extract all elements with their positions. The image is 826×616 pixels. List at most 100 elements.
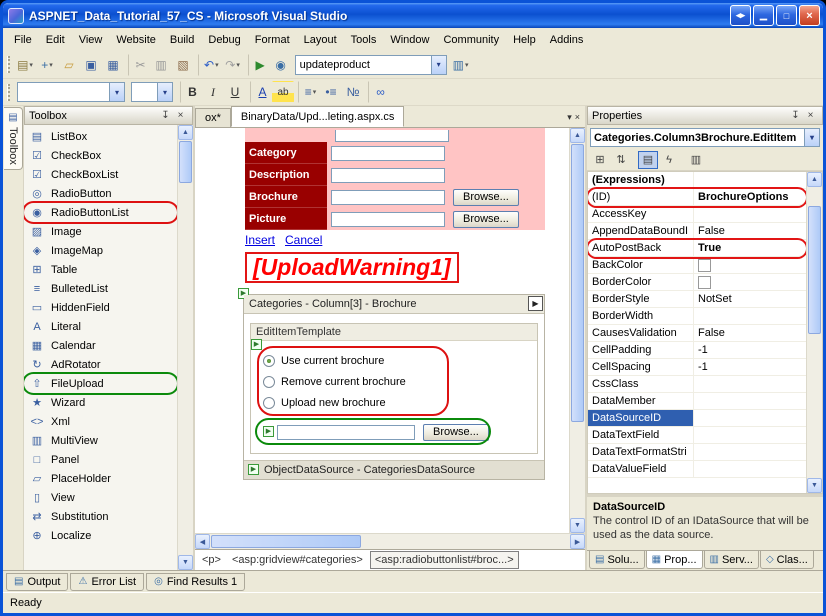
toolbox-item[interactable]: ☑ CheckBoxList bbox=[24, 165, 177, 184]
property-value[interactable] bbox=[694, 427, 806, 443]
toolbar-grip[interactable] bbox=[7, 56, 10, 73]
minimize-button[interactable]: ▁ bbox=[753, 5, 774, 26]
radio-button[interactable] bbox=[263, 376, 275, 388]
bullets-button[interactable]: •≡ bbox=[320, 81, 342, 103]
numbering-button[interactable]: № bbox=[342, 81, 364, 103]
command-combobox[interactable]: updateproduct ▾ bbox=[295, 55, 447, 75]
bold-button[interactable]: B bbox=[180, 81, 202, 103]
menu-item[interactable]: Window bbox=[383, 30, 436, 50]
start-debug-icon[interactable]: ▶ bbox=[248, 54, 270, 76]
property-row[interactable]: DataTextFormatStri bbox=[588, 444, 806, 461]
menu-item[interactable]: Layout bbox=[297, 30, 344, 50]
paste-icon[interactable]: ▧ bbox=[172, 54, 194, 76]
design-vertical-scrollbar[interactable]: ▲ ▼ bbox=[569, 128, 585, 533]
cut-icon[interactable]: ✂ bbox=[128, 54, 150, 76]
scroll-up-icon[interactable]: ▲ bbox=[570, 128, 585, 143]
bottom-tab[interactable]: ◎ Find Results 1 bbox=[146, 573, 245, 591]
radio-option[interactable]: Remove current brochure bbox=[263, 371, 537, 392]
property-row[interactable]: DataSourceID bbox=[588, 410, 806, 427]
menu-item[interactable]: File bbox=[7, 30, 39, 50]
chevron-down-icon[interactable]: ▾ bbox=[431, 56, 446, 74]
field-textbox[interactable] bbox=[331, 146, 445, 161]
radio-option[interactable]: Use current brochure bbox=[263, 350, 537, 371]
design-surface[interactable]: Category Browse... Description Browse... bbox=[195, 128, 569, 533]
property-value[interactable] bbox=[694, 393, 806, 409]
toolbox-item[interactable]: ▦ Calendar bbox=[24, 336, 177, 355]
properties-scrollbar[interactable]: ▲ ▼ bbox=[806, 172, 822, 493]
scroll-thumb[interactable] bbox=[571, 144, 584, 422]
tag-navigator-item[interactable]: <asp:radiobuttonlist#broc...> bbox=[370, 551, 519, 569]
property-pages-icon[interactable]: ▥ bbox=[686, 151, 706, 169]
toolbox-item[interactable]: ≡ BulletedList bbox=[24, 279, 177, 298]
property-row[interactable]: BorderWidth bbox=[588, 308, 806, 325]
property-row[interactable]: (Expressions) bbox=[588, 172, 806, 189]
scroll-up-icon[interactable]: ▲ bbox=[807, 172, 822, 187]
menu-item[interactable]: Addins bbox=[543, 30, 591, 50]
font-color-button[interactable]: A bbox=[250, 81, 272, 103]
scroll-thumb[interactable] bbox=[808, 206, 821, 334]
menu-item[interactable]: View bbox=[72, 30, 110, 50]
property-row[interactable]: DataTextField bbox=[588, 427, 806, 444]
radio-button[interactable] bbox=[263, 355, 275, 367]
property-value[interactable]: False bbox=[694, 325, 806, 341]
align-button[interactable]: ≡ bbox=[298, 81, 320, 103]
pin-icon[interactable]: ↧ bbox=[158, 108, 173, 123]
window-nav-button[interactable]: ◂▸ bbox=[730, 5, 751, 26]
property-value[interactable] bbox=[694, 444, 806, 460]
save-all-icon[interactable]: ▦ bbox=[102, 54, 124, 76]
other-windows-icon[interactable]: ▥ bbox=[450, 54, 472, 76]
close-button[interactable]: × bbox=[799, 5, 820, 26]
radio-option[interactable]: Upload new brochure bbox=[263, 392, 537, 413]
field-textbox[interactable] bbox=[331, 190, 445, 205]
fileupload-textbox[interactable] bbox=[277, 425, 415, 440]
command-link[interactable]: Cancel bbox=[285, 233, 322, 247]
maximize-button[interactable]: □ bbox=[776, 5, 797, 26]
toolbox-item[interactable]: <> Xml bbox=[24, 412, 177, 431]
undo-icon[interactable]: ↶ bbox=[198, 54, 222, 76]
hyperlink-button[interactable]: ∞ bbox=[368, 81, 390, 103]
textbox[interactable] bbox=[335, 130, 449, 142]
toolbox-item[interactable]: ▯ View bbox=[24, 488, 177, 507]
toolbox-item[interactable]: ★ Wizard bbox=[24, 393, 177, 412]
document-tab[interactable]: BinaryData/Upd...leting.aspx.cs bbox=[231, 106, 404, 127]
toolbox-scrollbar[interactable]: ▲ ▼ bbox=[177, 125, 193, 570]
toolbox-item[interactable]: □ Panel bbox=[24, 450, 177, 469]
toolbox-item[interactable]: ▨ Image bbox=[24, 222, 177, 241]
toolbox-item[interactable]: ▱ PlaceHolder bbox=[24, 469, 177, 488]
menu-item[interactable]: Format bbox=[248, 30, 297, 50]
toolbox-titlebar[interactable]: Toolbox ↧ × bbox=[24, 106, 193, 125]
open-file-icon[interactable]: ▱ bbox=[58, 54, 80, 76]
toolbox-item[interactable]: ↻ AdRotator bbox=[24, 355, 177, 374]
property-value[interactable] bbox=[694, 410, 806, 426]
scroll-down-icon[interactable]: ▼ bbox=[178, 555, 193, 570]
command-link[interactable]: Insert bbox=[245, 233, 275, 247]
property-value[interactable]: False bbox=[694, 223, 806, 239]
scroll-left-icon[interactable]: ◀ bbox=[195, 534, 210, 549]
properties-icon[interactable]: ▤ bbox=[638, 151, 658, 169]
property-row[interactable]: AccessKey bbox=[588, 206, 806, 223]
toolbox-item[interactable]: A Literal bbox=[24, 317, 177, 336]
toolbar-grip[interactable] bbox=[7, 84, 10, 101]
property-row[interactable]: DataValueField bbox=[588, 461, 806, 478]
font-size-combobox[interactable]: ▾ bbox=[131, 82, 173, 102]
toolbox-item[interactable]: ▭ HiddenField bbox=[24, 298, 177, 317]
toolbox-item[interactable]: ▥ MultiView bbox=[24, 431, 177, 450]
toolbox-item[interactable]: ▤ ListBox bbox=[24, 127, 177, 146]
bottom-tab[interactable]: ⚠ Error List bbox=[70, 573, 144, 591]
toolbox-item[interactable]: ⊞ Table bbox=[24, 260, 177, 279]
property-value[interactable] bbox=[694, 308, 806, 324]
menu-item[interactable]: Build bbox=[163, 30, 201, 50]
tool-window-tab[interactable]: ▥ Serv... bbox=[704, 551, 759, 569]
highlight-button[interactable]: ab bbox=[272, 81, 294, 103]
property-row[interactable]: CausesValidation False bbox=[588, 325, 806, 342]
property-value[interactable] bbox=[694, 206, 806, 222]
chevron-down-icon[interactable]: ▾ bbox=[109, 83, 124, 101]
toolbox-side-tab[interactable]: ▤ Toolbox bbox=[4, 107, 23, 170]
tool-window-tab[interactable]: ▤ Solu... bbox=[589, 551, 645, 569]
tag-navigator-item[interactable]: <asp:gridview#categories> bbox=[228, 552, 367, 568]
italic-button[interactable]: I bbox=[202, 81, 224, 103]
toolbox-item[interactable]: ◉ RadioButtonList bbox=[24, 203, 177, 222]
property-row[interactable]: (ID) BrochureOptions bbox=[588, 189, 806, 206]
properties-titlebar[interactable]: Properties ↧ × bbox=[587, 106, 823, 125]
new-website-icon[interactable]: ▤ bbox=[14, 54, 36, 76]
